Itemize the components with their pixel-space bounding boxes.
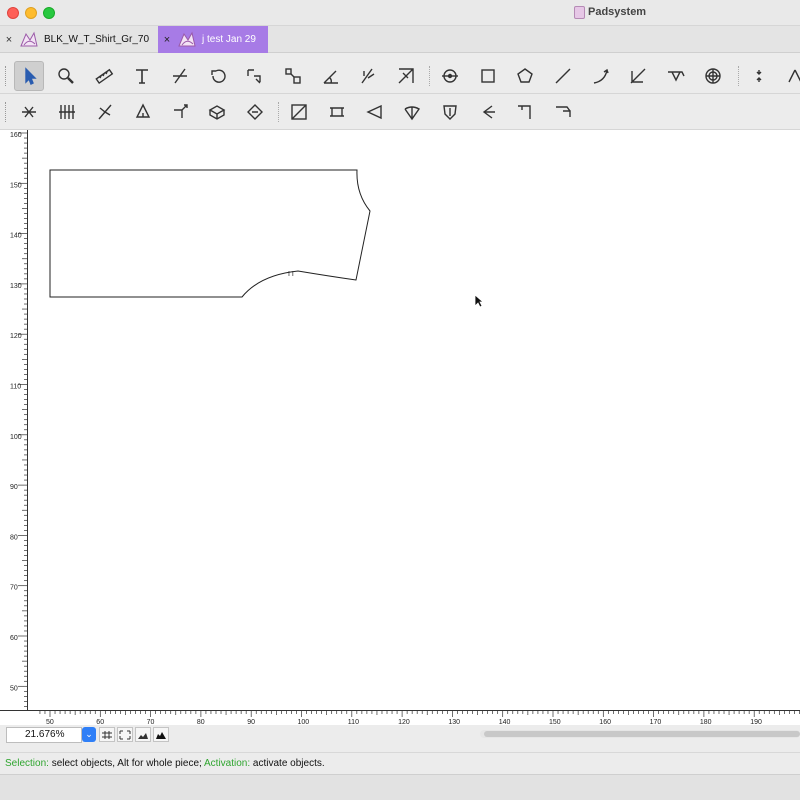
branch-icon[interactable]	[90, 97, 120, 127]
ruler-tick-label: 130	[10, 283, 22, 290]
zoom-input[interactable]: 21.676%	[6, 727, 82, 743]
ruler-tick-label: 80	[10, 534, 18, 541]
pattern-workspace[interactable]: I I	[0, 130, 800, 710]
filled-view-button[interactable]	[153, 727, 169, 742]
landscape-view-button[interactable]	[135, 727, 151, 742]
toolbar-grip[interactable]	[5, 102, 8, 122]
zoom-window-button[interactable]	[43, 7, 55, 19]
fit-selection-icon	[102, 730, 112, 739]
ruler-icon[interactable]	[89, 61, 119, 91]
tab-close-icon[interactable]: ×	[158, 34, 176, 46]
pattern-doc-icon	[176, 30, 198, 50]
status-bar: Selection: select objects, Alt for whole…	[0, 752, 800, 774]
secondary-toolbar	[0, 94, 800, 130]
ruler-tick-label: 50	[10, 685, 18, 692]
ruler-tick-label: 90	[10, 484, 18, 491]
corner-icon[interactable]	[510, 97, 540, 127]
dimension-icon[interactable]	[353, 61, 383, 91]
pattern-piece[interactable]	[49, 169, 371, 298]
line-icon[interactable]	[548, 61, 578, 91]
window-title: Padsystem	[588, 6, 647, 18]
rotate-icon[interactable]	[203, 61, 233, 91]
fit-selection-button[interactable]	[99, 727, 115, 742]
more-icon[interactable]	[780, 61, 800, 91]
shrink-icon[interactable]	[240, 97, 270, 127]
mirror-icon[interactable]	[240, 61, 270, 91]
fan-icon[interactable]	[397, 97, 427, 127]
fit-all-button[interactable]	[117, 727, 133, 742]
polygon-icon[interactable]	[510, 61, 540, 91]
corner-step-icon[interactable]	[548, 97, 578, 127]
text-icon[interactable]	[127, 61, 157, 91]
curve-icon[interactable]	[586, 61, 616, 91]
tab-label: BLK_W_T_Shirt_Gr_70	[44, 34, 150, 45]
triangle-icon[interactable]	[360, 97, 390, 127]
status-activation-key: Activation:	[204, 758, 251, 769]
pen-point-icon[interactable]	[128, 97, 158, 127]
mountain-outline-icon	[138, 732, 148, 739]
status-selection-key: Selection:	[5, 758, 49, 769]
shield-icon[interactable]	[435, 97, 465, 127]
app-icon	[574, 6, 585, 19]
mountain-filled-icon	[156, 731, 166, 739]
move-points-icon[interactable]	[165, 97, 195, 127]
horizontal-scroll-thumb[interactable]	[484, 731, 800, 737]
view-controls: 21.676% ⌄	[0, 725, 800, 745]
align-icon[interactable]	[278, 61, 308, 91]
minimize-window-button[interactable]	[25, 7, 37, 19]
rectangle-icon[interactable]	[473, 61, 503, 91]
arrow-left-icon[interactable]	[473, 97, 503, 127]
width-icon[interactable]	[322, 97, 352, 127]
status-activation-text: activate objects.	[250, 758, 325, 769]
title-bar: Padsystem	[0, 0, 800, 26]
pleat-icon[interactable]	[52, 97, 82, 127]
app-window: Padsystem × BLK_W_T_Shirt_Gr_70 × j test…	[0, 0, 800, 800]
zoom-icon[interactable]	[51, 61, 81, 91]
select-arrow-icon[interactable]	[14, 61, 44, 91]
ruler-tick-label: 70	[10, 585, 18, 592]
piece-frame-icon[interactable]	[284, 97, 314, 127]
window-footer	[0, 774, 800, 800]
toolbar-separator	[429, 66, 430, 86]
dart-icon[interactable]	[661, 61, 691, 91]
pattern-doc-icon	[18, 30, 40, 50]
tab-label: j test Jan 29	[202, 34, 256, 45]
ruler-tick-label: 100	[10, 434, 22, 441]
ruler-tick-label: 140	[10, 233, 22, 240]
tab-close-icon[interactable]: ×	[0, 34, 18, 46]
box-3d-icon[interactable]	[202, 97, 232, 127]
ruler-tick-label: 150	[10, 182, 22, 189]
ruler-tick-label: 120	[10, 333, 22, 340]
toolbar-separator	[278, 102, 279, 122]
close-window-button[interactable]	[7, 7, 19, 19]
horizontal-ruler: 50 60 70 80 90 100 110 120 130 140 150 160 170 180 190…	[0, 710, 800, 726]
main-toolbar	[0, 58, 800, 94]
vertical-ruler: 160 150 140 130 120 110 100 90 80 70 60 50	[0, 130, 28, 710]
notch-circle-icon[interactable]	[698, 61, 728, 91]
toolbar-separator	[738, 66, 739, 86]
cut-line-icon[interactable]	[165, 61, 195, 91]
edit-curve-icon[interactable]	[623, 61, 653, 91]
mouse-cursor-icon	[474, 294, 484, 308]
ruler-tick-label: 60	[10, 635, 18, 642]
more-icon[interactable]	[744, 61, 774, 91]
ruler-tick-label: 110	[10, 384, 21, 391]
grade-icon[interactable]	[391, 61, 421, 91]
document-tab-bar: × BLK_W_T_Shirt_Gr_70 × j test Jan 29	[0, 26, 800, 53]
piece-grainline-label: I I	[288, 271, 294, 278]
tab-blk-w-t-shirt[interactable]: × BLK_W_T_Shirt_Gr_70	[0, 26, 158, 53]
status-selection-text: select objects, Alt for whole piece;	[48, 758, 205, 769]
tab-j-test-jan-29[interactable]: × j test Jan 29	[158, 26, 268, 53]
zoom-dropdown-button[interactable]: ⌄	[82, 727, 96, 742]
toolbar-grip[interactable]	[5, 66, 8, 86]
ruler-tick-label: 160	[10, 132, 22, 139]
point-icon[interactable]	[435, 61, 465, 91]
angle-icon[interactable]	[316, 61, 346, 91]
spread-icon[interactable]	[14, 97, 44, 127]
fit-all-icon	[119, 730, 131, 739]
